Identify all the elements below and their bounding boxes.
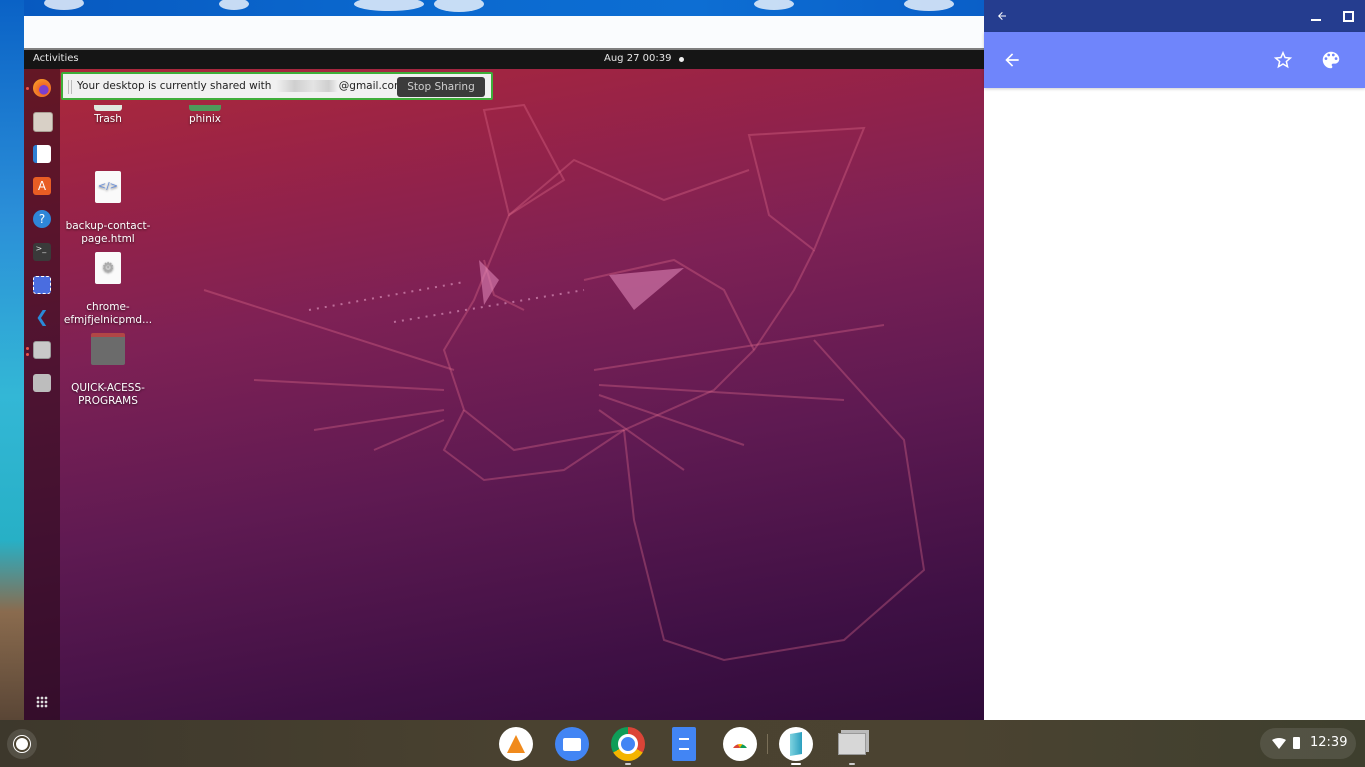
show-applications-icon[interactable] bbox=[36, 696, 48, 708]
writer-icon[interactable] bbox=[33, 145, 51, 163]
shelf-active-indicator bbox=[791, 763, 801, 765]
desktop-sharing-bar: Your desktop is currently shared with @g… bbox=[61, 72, 493, 100]
minimize-button[interactable] bbox=[1306, 6, 1326, 26]
files-icon[interactable] bbox=[33, 112, 53, 132]
redacted-email bbox=[275, 80, 338, 92]
theme-button[interactable] bbox=[1317, 46, 1345, 74]
app-toolbar bbox=[984, 32, 1365, 88]
desktop-icon-chrome-file[interactable]: ⚙ chrome- efmjfjelnicpmd... bbox=[63, 239, 153, 327]
sharing-message-prefix: Your desktop is currently shared with bbox=[77, 80, 272, 92]
launcher-icon bbox=[16, 738, 28, 750]
remote-desktop-header bbox=[24, 16, 984, 50]
star-outline-icon bbox=[1273, 50, 1293, 69]
desktop-icon-trash[interactable]: Trash bbox=[63, 105, 153, 126]
terminal-icon[interactable]: >_ bbox=[33, 243, 51, 261]
shelf-active-indicator bbox=[625, 763, 631, 765]
screenshot-icon[interactable] bbox=[33, 276, 51, 294]
folder-icon bbox=[189, 105, 221, 111]
shelf-separator bbox=[767, 734, 768, 754]
shelf-app-docs[interactable] bbox=[672, 727, 696, 761]
favorite-button[interactable] bbox=[1269, 46, 1297, 74]
desktop-icon-label: Trash bbox=[94, 113, 122, 125]
chromeos-shelf: 12:39 bbox=[0, 720, 1365, 767]
running-indicator bbox=[26, 347, 29, 350]
clock[interactable]: Aug 27 00:39 bbox=[604, 53, 671, 64]
desktop-icon-quick-access-programs[interactable]: QUICK-ACESS- PROGRAMS bbox=[63, 320, 153, 408]
html-file-icon: </> bbox=[95, 171, 121, 203]
battery-icon bbox=[1293, 737, 1300, 749]
shelf-app-chrome[interactable] bbox=[611, 727, 645, 761]
running-indicator bbox=[26, 353, 29, 356]
remote-ubuntu-desktop[interactable]: Activities Aug 27 00:39 A ? >_ ❮ Trash p… bbox=[24, 50, 984, 720]
remote-desktop-window: Activities Aug 27 00:39 A ? >_ ❮ Trash p… bbox=[24, 16, 984, 720]
activities-button[interactable]: Activities bbox=[33, 53, 79, 64]
chrome-icon bbox=[618, 734, 638, 754]
arrow-left-icon bbox=[1005, 53, 1019, 67]
ubuntu-dock: A ? >_ ❮ bbox=[24, 69, 60, 720]
wallpaper bbox=[0, 0, 24, 720]
vscode-icon[interactable]: ❮ bbox=[33, 308, 51, 326]
palette-icon bbox=[1322, 51, 1340, 69]
shelf-active-indicator bbox=[849, 763, 855, 765]
window-titlebar bbox=[984, 0, 1365, 32]
maximize-button[interactable] bbox=[1338, 6, 1358, 26]
wallpaper-top bbox=[24, 0, 984, 16]
vlc-icon bbox=[507, 735, 525, 753]
running-indicator bbox=[26, 87, 29, 90]
wifi-icon bbox=[1272, 738, 1286, 749]
remote-desktop-window-icon bbox=[838, 733, 866, 755]
shelf-app-files[interactable] bbox=[555, 727, 589, 761]
disc-icon[interactable] bbox=[33, 374, 51, 392]
software-icon[interactable]: A bbox=[33, 177, 51, 195]
shelf-app-window[interactable] bbox=[779, 727, 813, 761]
desktop-icon-phinix[interactable]: phinix bbox=[160, 105, 250, 126]
launcher-button[interactable] bbox=[7, 729, 37, 759]
titlebar-back-button[interactable] bbox=[992, 6, 1012, 26]
desktop-icon-label: phinix bbox=[188, 113, 222, 125]
folder-icon bbox=[91, 333, 125, 365]
sharing-message: Your desktop is currently shared with @g… bbox=[77, 80, 408, 92]
maximize-icon bbox=[1342, 10, 1354, 22]
drag-handle[interactable] bbox=[68, 80, 72, 94]
status-tray[interactable]: 12:39 bbox=[1260, 728, 1356, 759]
help-icon[interactable]: ? bbox=[33, 210, 51, 228]
firefox-icon[interactable] bbox=[33, 79, 51, 97]
files-icon bbox=[563, 737, 581, 751]
minimize-icon bbox=[1311, 19, 1321, 21]
docs-icon bbox=[679, 738, 689, 750]
status-dot-icon bbox=[679, 57, 684, 62]
back-button[interactable] bbox=[998, 46, 1026, 74]
remote-desktop-icon[interactable] bbox=[33, 341, 51, 359]
remote-desktop-icon bbox=[732, 744, 748, 752]
app-window bbox=[984, 0, 1365, 720]
trash-icon bbox=[94, 105, 122, 111]
tray-clock: 12:39 bbox=[1310, 735, 1348, 750]
desktop-icon-backup-contact-page[interactable]: </> backup-contact- page.html bbox=[63, 158, 153, 246]
shelf-app-vlc[interactable] bbox=[499, 727, 533, 761]
shelf-app-chrome-remote-desktop[interactable] bbox=[723, 727, 757, 761]
app-icon bbox=[790, 731, 802, 757]
shelf-app-remote-desktop-window[interactable] bbox=[835, 727, 869, 761]
stop-sharing-button[interactable]: Stop Sharing bbox=[397, 77, 485, 97]
settings-file-icon: ⚙ bbox=[95, 252, 121, 284]
arrow-left-icon bbox=[998, 12, 1006, 20]
desktop-icon-label: QUICK-ACESS- PROGRAMS bbox=[71, 382, 145, 407]
gnome-top-bar: Activities Aug 27 00:39 bbox=[24, 50, 984, 69]
wallpaper-cat-art bbox=[203, 103, 926, 662]
